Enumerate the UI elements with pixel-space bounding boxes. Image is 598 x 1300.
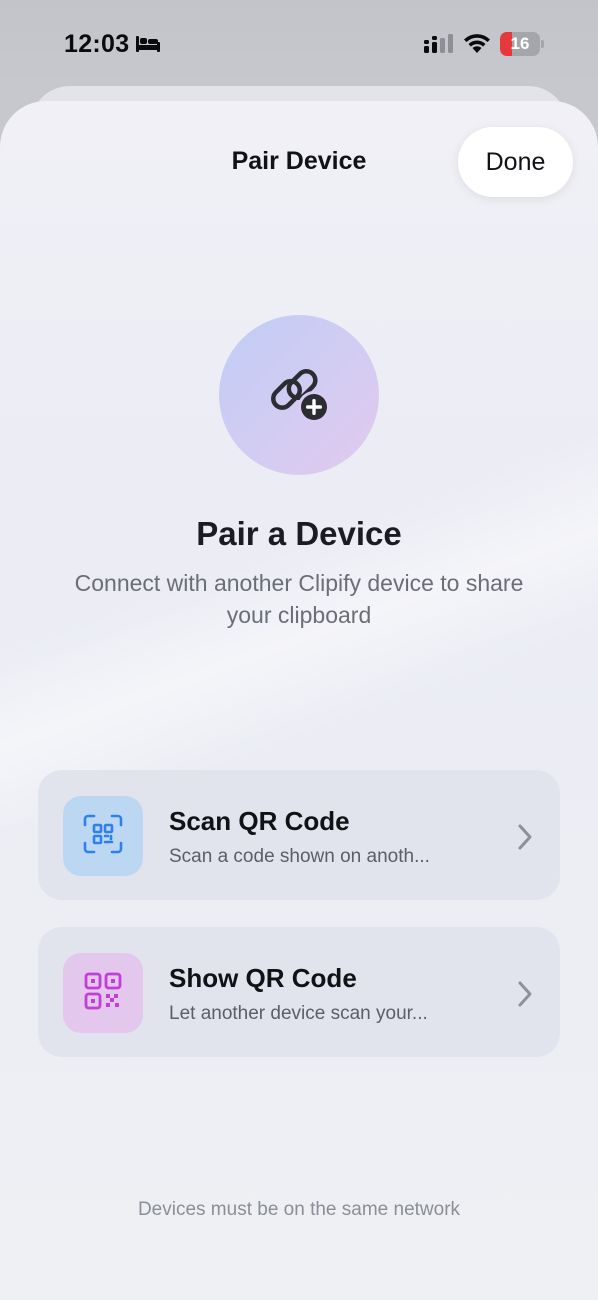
option-subtitle: Let another device scan your...: [169, 1003, 428, 1024]
chevron-right-icon: [516, 980, 534, 1013]
battery-level: 16: [510, 34, 530, 53]
pair-device-sheet: Pair Device Done Pair a Device Connect w…: [0, 101, 598, 1300]
wifi-icon: [463, 32, 491, 59]
qr-code-icon: [83, 971, 123, 1016]
scan-qr-icon-tile: [63, 796, 143, 876]
screen: 12:03 16 Pair Device Done Pair a Device …: [0, 0, 598, 1300]
chevron-right-icon: [516, 823, 534, 856]
qr-scan-icon: [82, 813, 124, 860]
option-title: Scan QR Code: [169, 806, 350, 836]
status-time: 12:03: [64, 30, 130, 58]
show-qr-code-option[interactable]: Show QR Code Let another device scan you…: [38, 927, 560, 1057]
show-qr-icon-tile: [63, 953, 143, 1033]
cellular-signal-icon: [424, 34, 456, 59]
link-add-icon: [259, 353, 339, 438]
hero-title: Pair a Device: [196, 515, 402, 552]
done-button[interactable]: Done: [458, 127, 573, 197]
hero-subtitle: Connect with another Clipify device to s…: [74, 570, 524, 628]
option-title: Show QR Code: [169, 963, 357, 993]
scan-qr-code-option[interactable]: Scan QR Code Scan a code shown on anoth.…: [38, 770, 560, 900]
footer-note: Devices must be on the same network: [137, 1199, 461, 1220]
status-bar: 12:03 16: [0, 0, 598, 90]
option-subtitle: Scan a code shown on anoth...: [169, 846, 430, 867]
bed-icon: [135, 34, 161, 59]
hero-icon-circle: [219, 315, 379, 475]
battery-icon: 16: [500, 32, 544, 56]
